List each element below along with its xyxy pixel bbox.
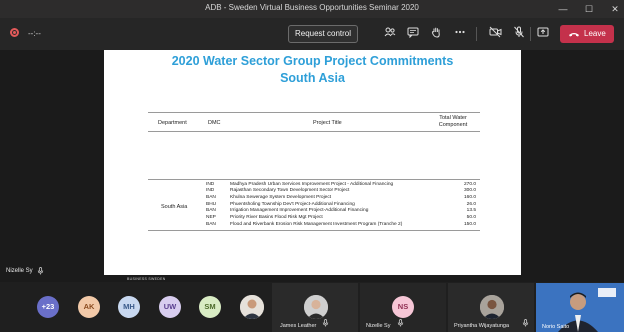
table-row: NEP Priority River Basins Flood Risk Mgt… (148, 215, 480, 221)
row-title: Priority River Basins Flood Risk Mgt Pro… (230, 215, 323, 220)
table-row: BAN Flood and Riverbank Erosion Risk Man… (148, 222, 480, 228)
row-title: Irrigation Management Improvement Projec… (230, 208, 369, 214)
slide-title: 2020 Water Sector Group Project Commitme… (171, 54, 454, 68)
mic-icon (397, 319, 404, 329)
video-caption-tag: BUSINESS SWEDEN (127, 277, 166, 281)
avatar[interactable]: AK (78, 296, 100, 318)
row-title: Flood and Riverbank Erosion Risk Managem… (230, 221, 403, 227)
maximize-button[interactable]: ☐ (584, 2, 594, 16)
mic-icon (522, 319, 529, 329)
close-window-button[interactable]: ✕ (610, 2, 620, 16)
avatar[interactable]: SM (199, 296, 221, 318)
header-project-title: Project Title (313, 120, 342, 126)
avatar: NS (392, 296, 414, 318)
presenter-name: Nizelle Sy (6, 268, 33, 274)
raise-hand-icon[interactable] (429, 26, 443, 40)
row-title: Madhya Pradesh Urban Services Improvemen… (230, 181, 394, 187)
row-dmc: BAN (206, 221, 216, 227)
mic-off-icon[interactable] (512, 26, 526, 40)
window-title: ADB - Sweden Virtual Business Opportunit… (205, 3, 419, 12)
window-titlebar: ADB - Sweden Virtual Business Opportunit… (0, 0, 624, 18)
camera-off-icon[interactable] (488, 26, 502, 40)
request-control-button[interactable]: Request control (288, 25, 358, 43)
presentation-slide: 2020 Water Sector Group Project Commitme… (104, 50, 521, 275)
minimize-button[interactable]: — (558, 2, 568, 16)
participant-name: Nizelle Sy (366, 323, 391, 329)
avatar (480, 295, 504, 319)
participant-video-tile[interactable]: Norio Saito (536, 283, 624, 332)
row-dmc: BHU (206, 201, 217, 207)
participants-icon[interactable] (383, 26, 397, 40)
header-total-line2: Component (438, 122, 468, 128)
row-amount: 50.0 (466, 215, 476, 220)
row-dmc: BAN (206, 194, 216, 200)
row-amount: 150.0 (463, 221, 476, 227)
row-title: Phuentsholing Township Dev't Project-Add… (230, 201, 355, 207)
chat-icon[interactable] (406, 26, 420, 40)
participant-name: Norio Saito (542, 324, 570, 330)
participant-tile[interactable]: James Leather (272, 283, 358, 332)
header-dmc: DMC (208, 120, 221, 126)
participant-tile[interactable]: NS Nizelle Sy (360, 283, 446, 332)
participant-name: James Leather (280, 323, 317, 329)
leave-button[interactable]: Leave (560, 25, 614, 43)
avatar[interactable]: UW (159, 296, 181, 318)
row-amount: 160.0 (463, 194, 476, 200)
table-body: South Asia IND Madhya Pradesh Urban Serv… (148, 179, 480, 231)
avatar[interactable]: MH (118, 296, 140, 318)
row-amount: 13.5 (466, 208, 476, 214)
phone-icon (568, 25, 580, 49)
table-row: BAN Khulna Sewerage System Development P… (148, 195, 480, 201)
table-row: BAN Irrigation Management Improvement Pr… (148, 208, 480, 214)
header-department: Department (158, 120, 187, 126)
row-amount: 26.0 (466, 201, 476, 207)
participant-gallery: +23 AK MH UW SM James Leather NS Nizelle… (0, 283, 624, 332)
row-amount: 270.0 (463, 181, 476, 187)
toolbar-divider (476, 27, 477, 41)
avatar (304, 295, 328, 319)
share-icon[interactable] (536, 26, 550, 40)
avatar[interactable] (240, 295, 264, 319)
more-icon[interactable] (453, 26, 467, 40)
leave-label: Leave (584, 29, 606, 38)
participant-name: Priyantha Wijayatunga (454, 323, 510, 329)
slide-subtitle: South Asia (280, 71, 345, 85)
row-dmc: IND (206, 181, 215, 187)
mic-icon (37, 267, 44, 277)
window-controls: — ☐ ✕ (558, 2, 620, 16)
row-amount: 300.0 (463, 188, 476, 194)
header-total-line1: Total Water (439, 115, 467, 121)
meeting-timer: --:-- (28, 29, 41, 38)
row-dmc: NEP (206, 215, 216, 220)
mic-icon (322, 319, 329, 329)
table-header: Department DMC Project Title Total Water… (148, 112, 480, 132)
toolbar-divider (530, 27, 531, 41)
header-total-water: Total Water Component (430, 115, 476, 129)
shared-content-stage: 2020 Water Sector Group Project Commitme… (0, 50, 624, 282)
row-dmc: IND (206, 188, 215, 194)
row-title: Rajasthan Secondary Town Development Sec… (230, 188, 350, 194)
overflow-participants-button[interactable]: +23 (37, 296, 59, 318)
recording-icon (10, 28, 19, 37)
row-title: Khulna Sewerage System Development Proje… (230, 194, 332, 200)
table-row: IND Madhya Pradesh Urban Services Improv… (148, 182, 480, 188)
meeting-toolbar: --:-- Request control Leave (0, 18, 624, 50)
participant-tile[interactable]: Priyantha Wijayatunga (448, 283, 534, 332)
table-row: IND Rajasthan Secondary Town Development… (148, 188, 480, 194)
row-dmc: BAN (206, 208, 216, 214)
